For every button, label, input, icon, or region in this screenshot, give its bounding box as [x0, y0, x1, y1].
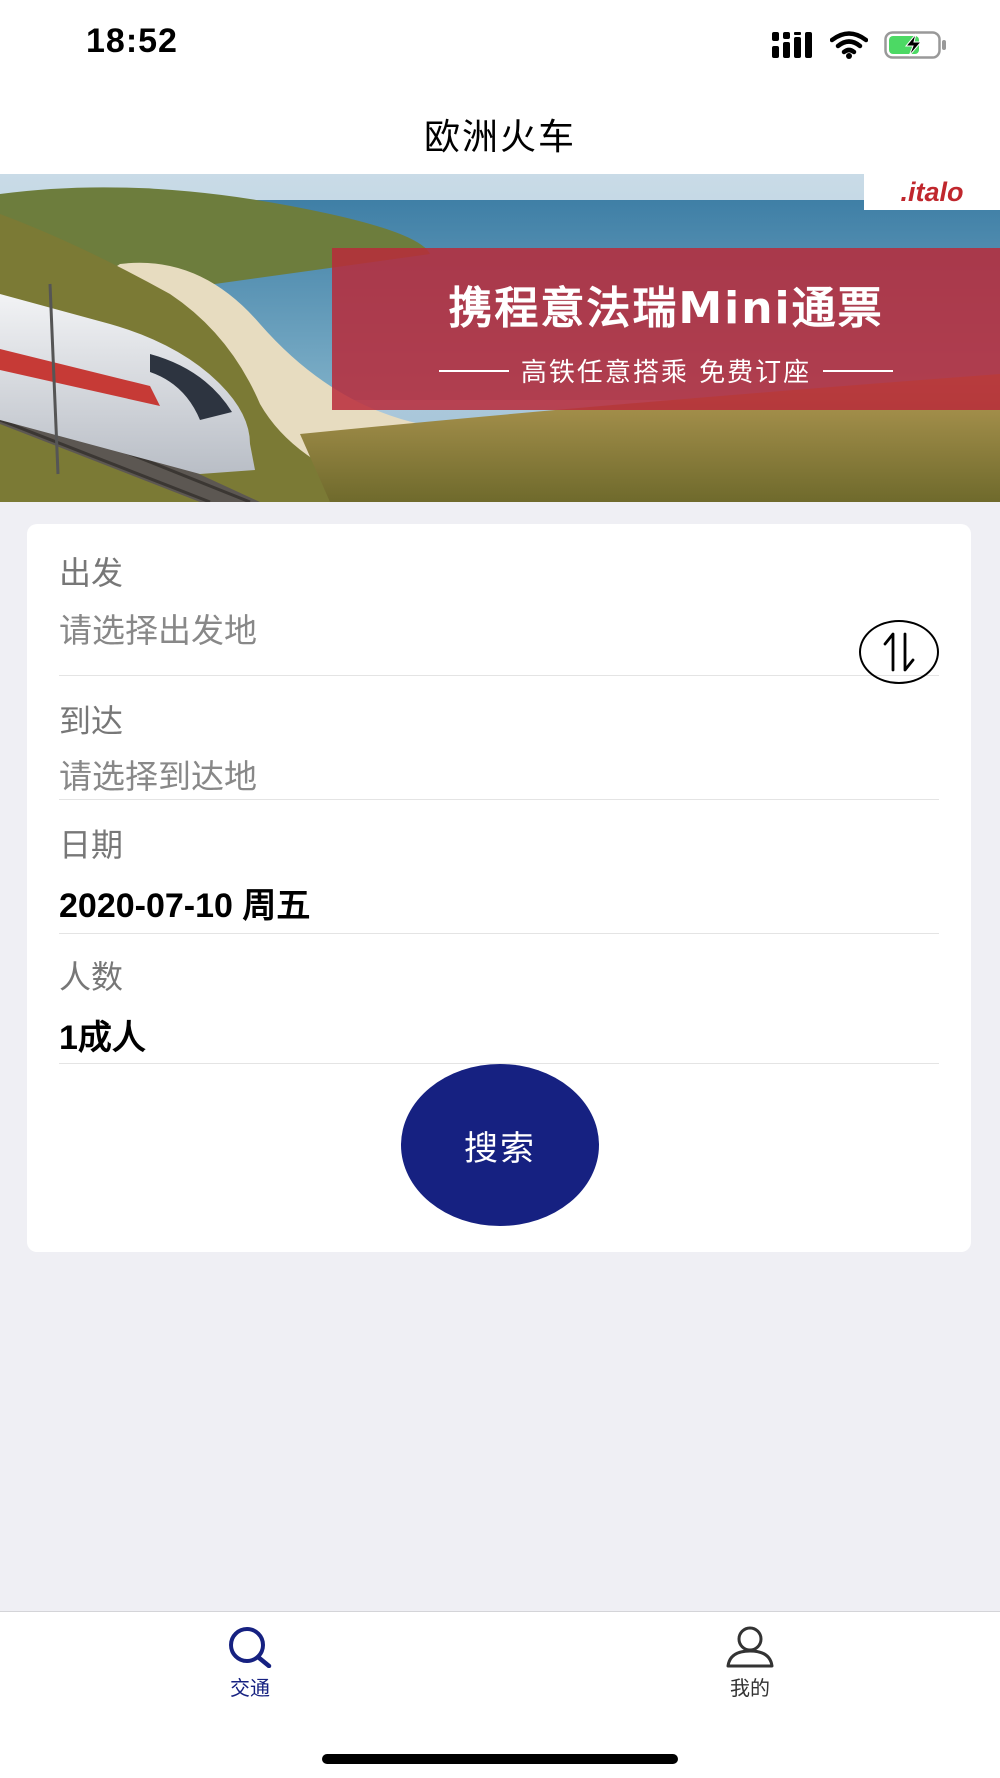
- promo-box: 携程意法瑞Mini通票 高铁任意搭乘 免费订座: [332, 248, 1000, 410]
- tab-bar: 交通 我的: [0, 1611, 1000, 1778]
- signal-icon: [772, 32, 812, 58]
- date-value[interactable]: 2020-07-10 周五: [59, 878, 310, 927]
- search-form-card: 出发 请选择出发地 到达 请选择到达地 日期 2020-07-10 周五 人数 …: [27, 524, 971, 1252]
- date-field[interactable]: 日期 2020-07-10 周五: [59, 800, 939, 934]
- tab-mine[interactable]: 我的: [690, 1626, 810, 1716]
- date-label: 日期: [59, 826, 124, 864]
- passengers-label: 人数: [59, 958, 124, 996]
- tab-transport[interactable]: 交通: [190, 1626, 310, 1716]
- status-time: 18:52: [86, 22, 178, 60]
- departure-input[interactable]: 请选择出发地: [59, 604, 257, 652]
- search-button[interactable]: 搜索: [401, 1064, 599, 1226]
- passengers-value[interactable]: 1成人: [59, 1010, 146, 1059]
- status-bar: 18:52: [0, 0, 1000, 88]
- search-icon: [229, 1627, 272, 1668]
- tab-transport-label: 交通: [230, 1676, 270, 1700]
- departure-label: 出发: [59, 554, 124, 592]
- arrival-input[interactable]: 请选择到达地: [59, 750, 257, 798]
- italo-logo: .italo: [864, 174, 1000, 210]
- promo-line-right: [823, 369, 894, 372]
- home-indicator[interactable]: [322, 1754, 678, 1764]
- swap-icon: [883, 632, 915, 672]
- departure-field[interactable]: 出发 请选择出发地: [59, 548, 939, 676]
- battery-icon: [884, 31, 946, 59]
- promo-title: 携程意法瑞Mini通票: [448, 283, 884, 334]
- tab-mine-label: 我的: [730, 1676, 770, 1700]
- swap-stations-button[interactable]: [859, 620, 939, 684]
- passengers-field[interactable]: 人数 1成人: [59, 934, 939, 1064]
- user-icon: [726, 1626, 774, 1668]
- nav-bar: 欧洲火车: [0, 88, 1000, 174]
- arrival-field[interactable]: 到达 请选择到达地: [59, 676, 939, 800]
- promo-line-left: [438, 369, 509, 372]
- status-icons: [772, 26, 948, 64]
- promo-banner[interactable]: .italo 携程意法瑞Mini通票 高铁任意搭乘 免费订座: [0, 174, 1000, 502]
- promo-subtitle-row: 高铁任意搭乘 免费订座: [332, 352, 1000, 389]
- search-button-label: 搜索: [464, 1128, 536, 1169]
- promo-subtitle: 高铁任意搭乘 免费订座: [520, 358, 812, 388]
- page-title: 欧洲火车: [423, 117, 576, 158]
- wifi-icon: [830, 31, 868, 59]
- arrival-label: 到达: [59, 702, 124, 740]
